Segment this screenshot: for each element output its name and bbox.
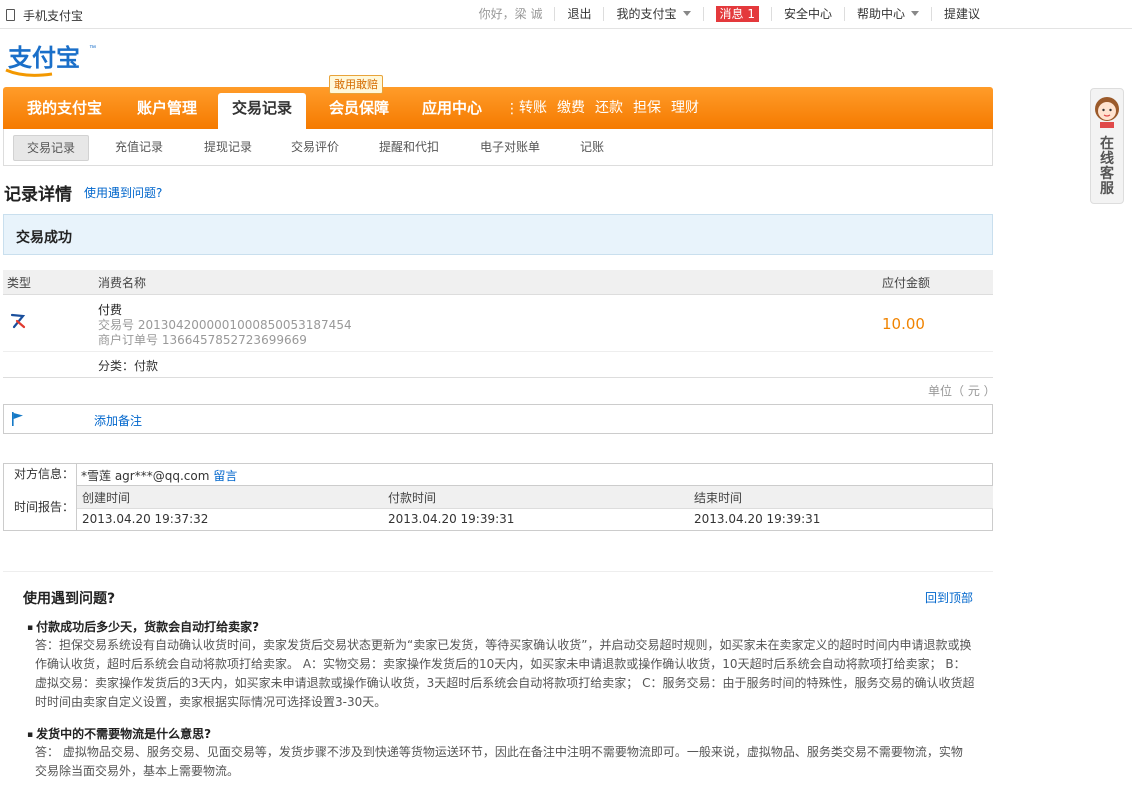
faq-question: 付款成功后多少天，货款会自动打给卖家? [27,618,259,635]
status-banner: 交易成功 [3,214,993,255]
online-service-label: 在线客服 [1100,136,1114,197]
my-alipay-menu[interactable]: 我的支付宝 [603,7,702,21]
protection-badge: 敢用敢赔 [329,75,383,94]
time-report-label: 时间报告： [13,500,74,514]
subnav-withdraw[interactable]: 提现记录 [204,135,252,159]
nav-apps[interactable]: 应用中心 [422,87,482,129]
subnav-reminders[interactable]: 提醒和代扣 [379,135,439,159]
amount: 10.00 [882,315,925,333]
nav-separator: ⋮ [505,101,519,117]
end-time: 2013.04.20 19:39:31 [694,512,821,526]
faq-question: 发货中的不需要物流是什么意思? [27,725,211,742]
col-amount: 应付金额 [882,276,931,290]
faq-divider [3,571,993,572]
col-name: 消费名称 [98,276,147,290]
security-center-link[interactable]: 安全中心 [770,7,844,21]
subnav-recharge[interactable]: 充值记录 [115,135,163,159]
main-nav: 我的支付宝 账户管理 交易记录 会员保障 敢用敢赔 应用中心 ⋮ 转账 缴费 还… [3,75,993,129]
add-remark-link[interactable]: 添加备注 [94,412,142,429]
subnav-bookkeeping[interactable]: 记账 [580,135,604,159]
page-title: 记录详情 [4,185,72,205]
back-to-top-link[interactable]: 回到顶部 [925,589,973,606]
created-time: 2013.04.20 19:37:32 [82,512,209,526]
leave-message-link[interactable]: 留言 [213,469,237,483]
nav-finance[interactable]: 理财 [671,87,699,129]
logo-tm: ™ [89,45,96,52]
table-row: 付费 交易号 2013042000001000850053187454 商户订单… [3,295,993,352]
subnav-transactions[interactable]: 交易记录 [13,135,90,161]
faq-answer: 答：担保交易系统设有自动确认收货时间，卖家发货后交易状态更新为“卖家已发货，等待… [35,638,975,709]
paid-time-header: 付款时间 [388,491,437,505]
nav-payment[interactable]: 缴费 [557,87,585,129]
order-number: 商户订单号 1366457852723699669 [98,333,307,347]
unit-label: 单位（ 元 ） [928,384,996,398]
top-links: 你好，梁 诚 退出 我的支付宝 消息 1 安全中心 帮助中心 提建议 [467,0,992,28]
phone-icon [6,9,15,21]
info-values: *雪莲 agr***@qq.com 留言 创建时间 付款时间 结束时间 2013.… [76,464,993,530]
help-center-menu[interactable]: 帮助中心 [843,7,931,21]
messages-link[interactable]: 消息 1 [702,6,771,22]
alipay-logo[interactable]: 支付宝 ™ [4,40,100,80]
nav-transactions[interactable]: 交易记录 [218,93,306,129]
table-header: 类型 消费名称 应付金额 [3,270,993,295]
created-time-header: 创建时间 [82,491,131,505]
service-avatar-icon [1095,97,1119,128]
col-type: 类型 [7,276,32,290]
category-row: 分类：付款 [3,352,993,378]
greeting: 你好，梁 诚 [478,7,543,21]
faq-title: 使用遇到问题? [23,591,116,607]
remark-box: 添加备注 [3,404,993,434]
category: 分类：付款 [98,359,159,373]
end-time-header: 结束时间 [694,491,743,505]
logo-text: 支付宝 [8,44,80,72]
nav-account[interactable]: 账户管理 [137,87,197,129]
subnav-reviews[interactable]: 交易评价 [291,135,339,159]
chevron-down-icon [682,11,691,16]
faq-answer: 答： 虚拟物品交易、服务交易、见面交易等，发货步骤不涉及到快递等货物运送环节，因… [35,745,963,778]
nav-guarantee[interactable]: 担保 [633,87,661,129]
flag-icon [12,412,23,426]
online-service-tab[interactable]: 在线客服 [1090,88,1124,204]
top-bar: 手机支付宝 你好，梁 诚 退出 我的支付宝 消息 1 安全中心 帮助中心 提建议 [0,0,1132,29]
info-table: 对方信息： 时间报告： *雪莲 agr***@qq.com 留言 创建时间 付款时… [3,463,993,531]
counterpart-value: *雪莲 agr***@qq.com [81,469,210,483]
status-text: 交易成功 [16,230,72,246]
nav-transfer[interactable]: 转账 [519,87,547,129]
payment-type-icon [10,313,26,329]
counterpart-info: *雪莲 agr***@qq.com 留言 [81,467,237,484]
sub-nav: 交易记录 充值记录 提现记录 交易评价 提醒和代扣 电子对账单 记账 [3,129,993,166]
counterpart-label: 对方信息： [13,467,74,481]
chevron-down-icon [910,11,919,16]
logout-link[interactable]: 退出 [554,7,603,21]
help-link[interactable]: 使用遇到问题? [84,184,162,201]
suggest-link[interactable]: 提建议 [930,7,992,21]
nav-repay[interactable]: 还款 [595,87,623,129]
paid-time: 2013.04.20 19:39:31 [388,512,515,526]
mobile-alipay-link[interactable]: 手机支付宝 [6,7,83,24]
nav-my-alipay[interactable]: 我的支付宝 [27,87,102,129]
subnav-statements[interactable]: 电子对账单 [480,135,540,159]
time-header: 创建时间 付款时间 结束时间 [77,485,993,509]
